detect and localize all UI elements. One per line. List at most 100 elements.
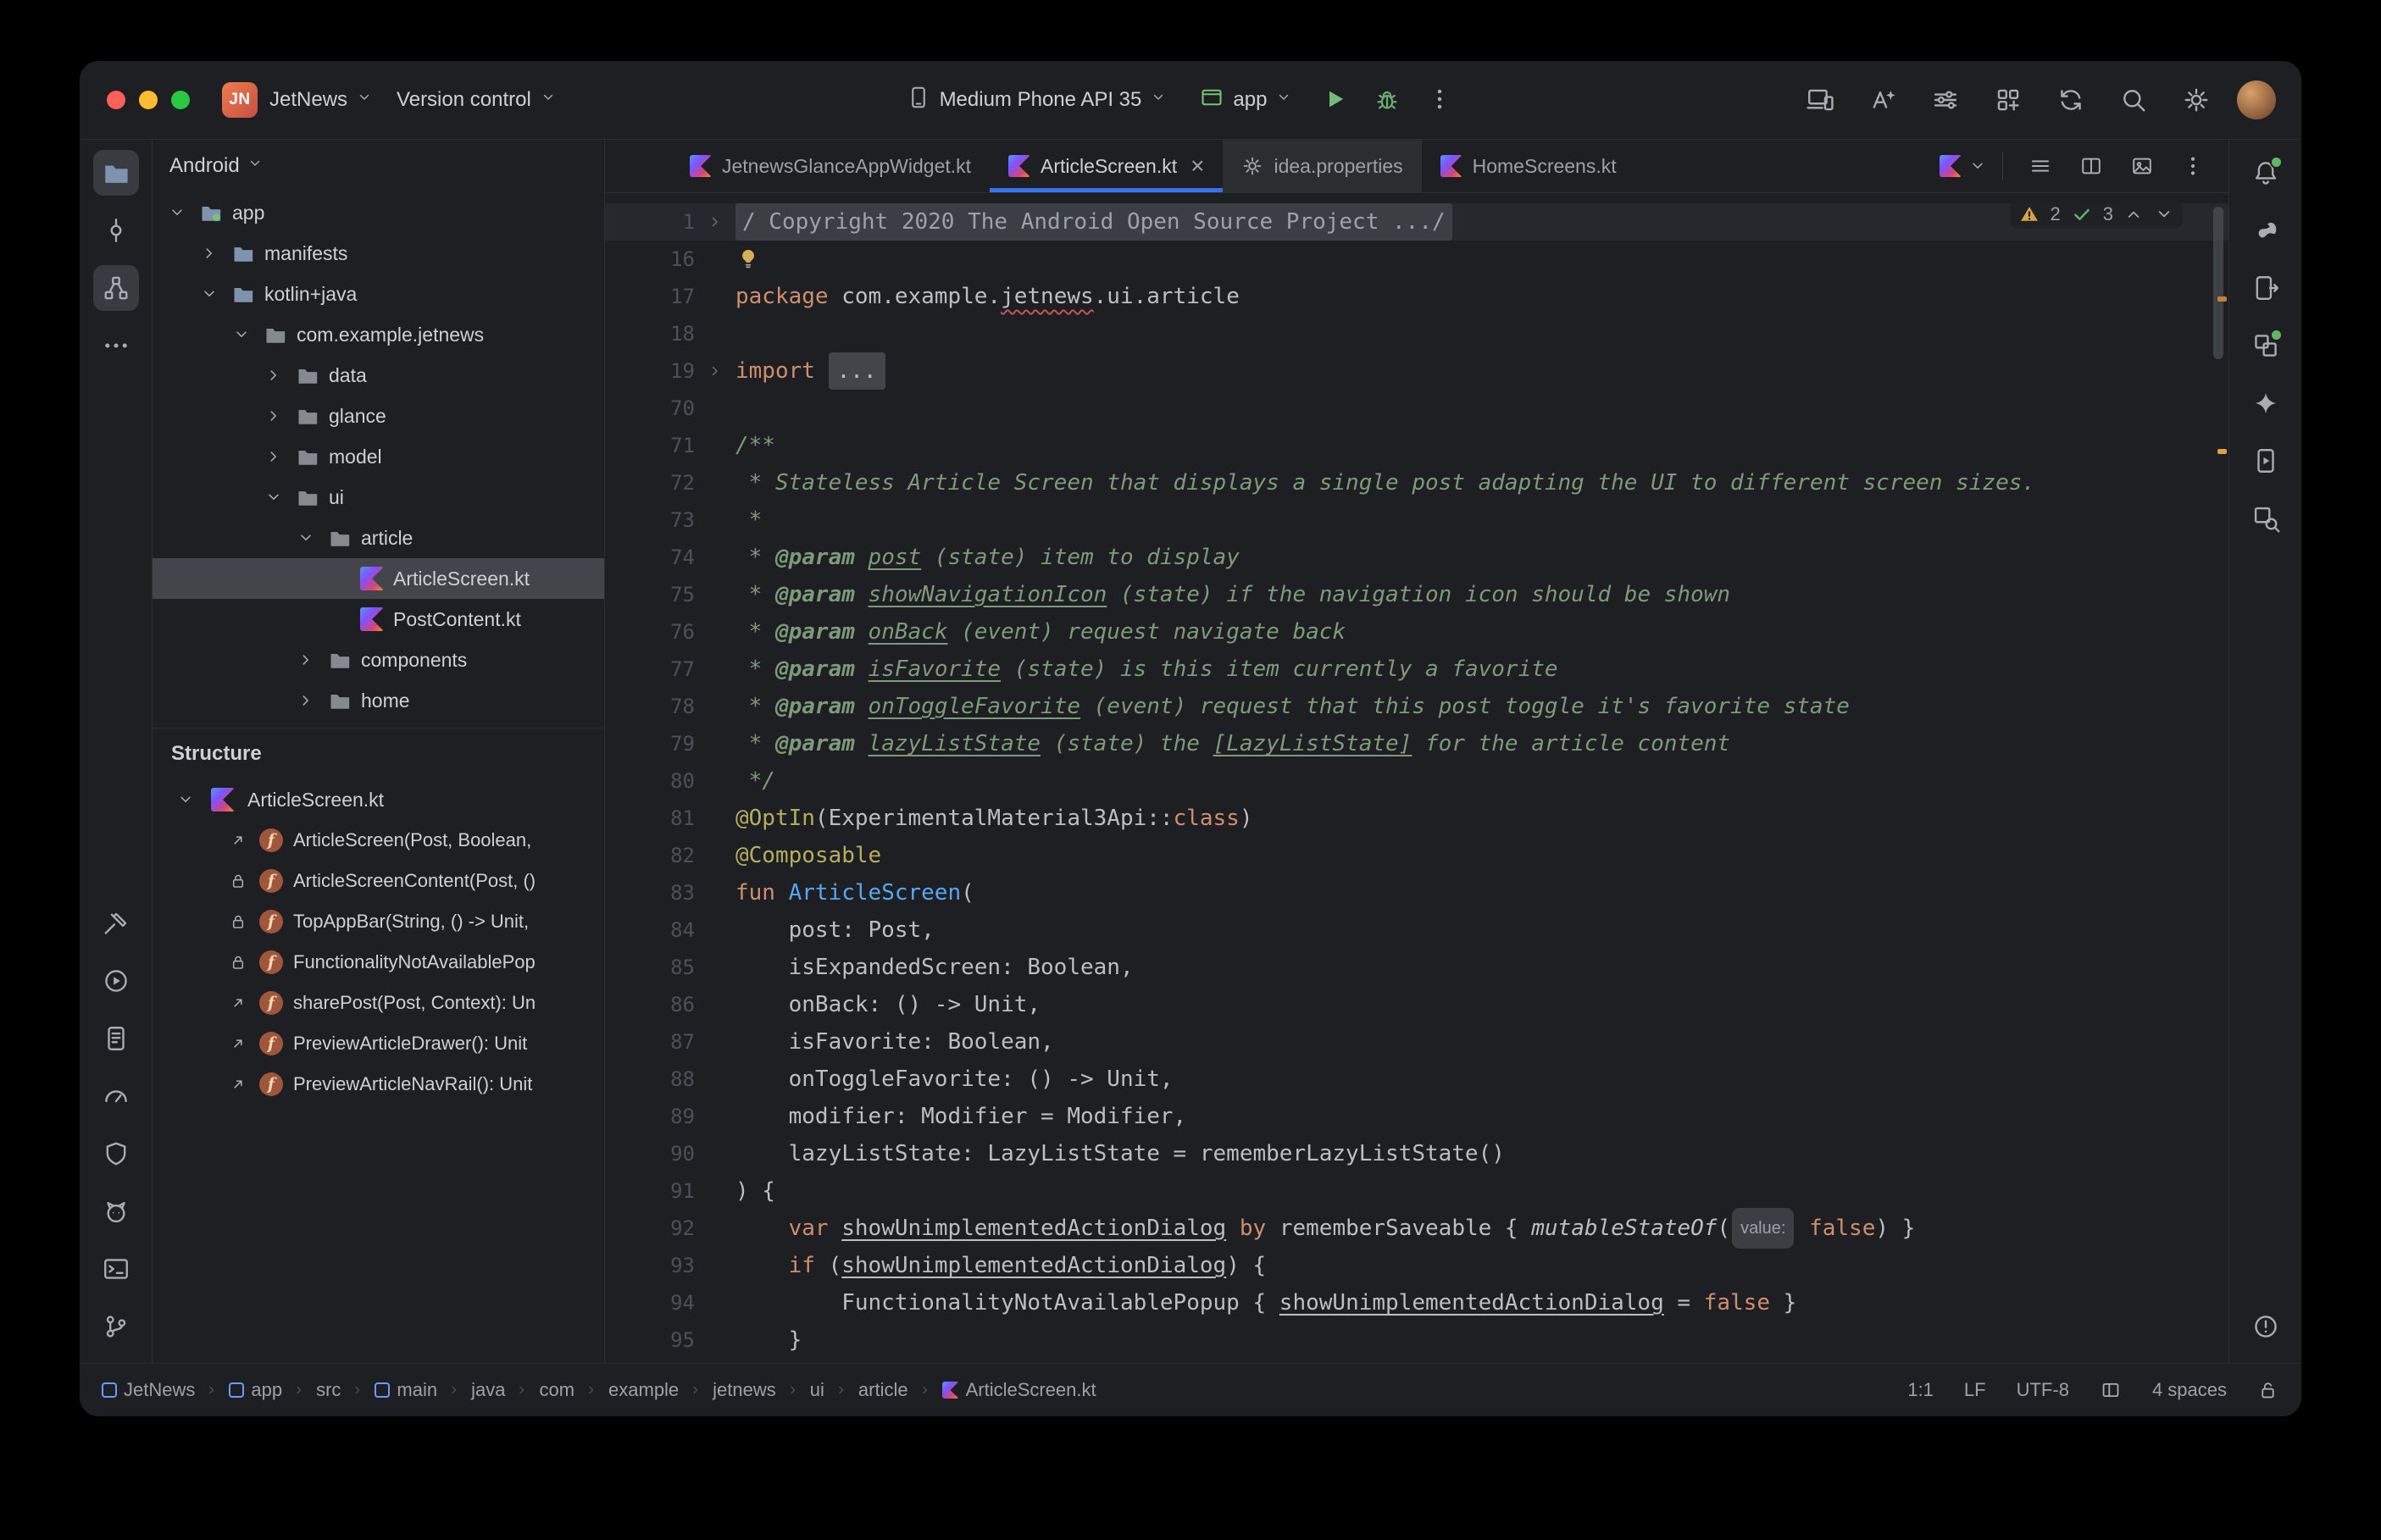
chevron-right-icon[interactable] <box>293 691 319 710</box>
code-line-89[interactable]: 89 modifier: Modifier = Modifier, <box>605 1098 2228 1135</box>
build-tool-button[interactable] <box>93 900 139 946</box>
chevron-down-icon[interactable] <box>173 790 198 809</box>
close-tab-icon[interactable]: × <box>1190 154 1204 178</box>
more-run-options-button[interactable] <box>1418 78 1462 122</box>
write-access-icon[interactable] <box>2257 1379 2279 1401</box>
device-manager-tool-button[interactable] <box>2243 265 2289 311</box>
error-stripe-mark[interactable] <box>2217 449 2227 454</box>
tree-item-manifests[interactable]: manifests <box>153 233 604 274</box>
chevron-down-icon[interactable] <box>293 529 319 547</box>
breadcrumb-java[interactable]: java <box>471 1379 505 1401</box>
structure-item-articlescreencontent-post[interactable]: fArticleScreenContent(Post, () <box>153 861 604 901</box>
project-tool-button[interactable] <box>93 150 139 196</box>
code-line-94[interactable]: 94 FunctionalityNotAvailablePopup { show… <box>605 1284 2228 1321</box>
code-line-81[interactable]: 81@OptIn(ExperimentalMaterial3Api::class… <box>605 800 2228 837</box>
split-editor-icon[interactable] <box>2069 144 2113 188</box>
version-control-tool-button[interactable] <box>93 1304 139 1349</box>
ai-assistant-icon[interactable] <box>1861 78 1905 122</box>
chevron-right-icon[interactable] <box>261 447 286 466</box>
breadcrumb-jetnews[interactable]: jetnews <box>713 1379 776 1401</box>
structure-item-previewarticledrawer-unit[interactable]: fPreviewArticleDrawer(): Unit <box>153 1023 604 1064</box>
structure-item-sharepost-post-context-un[interactable]: fsharePost(Post, Context): Un <box>153 983 604 1023</box>
code-line-70[interactable]: 70 <box>605 390 2228 427</box>
tree-item-kotlin-java[interactable]: kotlin+java <box>153 274 604 314</box>
code-line-19[interactable]: 19import ... <box>605 352 2228 390</box>
tab-list-chevron-icon[interactable] <box>1968 157 1987 175</box>
tree-item-articlescreen-kt[interactable]: ArticleScreen.kt <box>153 558 604 599</box>
current-file-type-icon[interactable] <box>1940 155 1962 177</box>
terminal-tool-button[interactable] <box>93 1246 139 1292</box>
next-problem-icon[interactable] <box>2154 204 2174 224</box>
code-line-80[interactable]: 80 */ <box>605 762 2228 800</box>
editor-layout-icon[interactable] <box>2100 1379 2122 1401</box>
gemini-tool-button[interactable] <box>2243 380 2289 426</box>
structure-root-articlescreen-kt[interactable]: ArticleScreen.kt <box>153 779 604 820</box>
code-line-79[interactable]: 79 * @param lazyListState (state) the [L… <box>605 725 2228 762</box>
device-selector[interactable]: Medium Phone API 35 <box>894 76 1179 124</box>
indent-setting[interactable]: 4 spaces <box>2152 1379 2227 1401</box>
settings-icon[interactable] <box>2174 78 2218 122</box>
tab-articlescreen-kt[interactable]: ArticleScreen.kt× <box>990 140 1223 192</box>
tab-jetnewsglanceappwidget-kt[interactable]: JetnewsGlanceAppWidget.kt <box>671 140 990 192</box>
intention-bulb-icon[interactable] <box>735 247 761 272</box>
layout-inspector-tool-button[interactable] <box>2243 496 2289 541</box>
debug-button[interactable] <box>1365 78 1409 122</box>
structure-item-previewarticlenavrail-unit[interactable]: fPreviewArticleNavRail(): Unit <box>153 1064 604 1105</box>
project-menu[interactable]: JetNews <box>258 76 385 124</box>
fold-arrow-icon[interactable] <box>695 352 735 390</box>
search-everywhere-icon[interactable] <box>2112 78 2156 122</box>
zoom-window-button[interactable] <box>171 91 190 109</box>
chevron-down-icon[interactable] <box>164 203 190 222</box>
breadcrumb-app[interactable]: app <box>229 1379 282 1401</box>
code-line-77[interactable]: 77 * @param isFavorite (state) is this i… <box>605 651 2228 688</box>
inspections-widget[interactable]: 2 3 <box>2010 200 2184 229</box>
chevron-down-icon[interactable] <box>229 325 254 344</box>
tab-homescreens-kt[interactable]: HomeScreens.kt <box>1422 140 1635 192</box>
code-line-75[interactable]: 75 * @param showNavigationIcon (state) i… <box>605 576 2228 613</box>
tree-item-data[interactable]: data <box>153 355 604 396</box>
chevron-down-icon[interactable] <box>261 488 286 507</box>
code-line-83[interactable]: 83fun ArticleScreen( <box>605 874 2228 911</box>
close-window-button[interactable] <box>107 91 125 109</box>
breadcrumb-src[interactable]: src <box>316 1379 341 1401</box>
tree-item-glance[interactable]: glance <box>153 396 604 436</box>
code-line-18[interactable]: 18 <box>605 315 2228 352</box>
chevron-right-icon[interactable] <box>261 366 286 385</box>
breadcrumb-jetnews[interactable]: JetNews <box>102 1379 195 1401</box>
breadcrumb-example[interactable]: example <box>608 1379 679 1401</box>
code-line-72[interactable]: 72 * Stateless Article Screen that displ… <box>605 464 2228 501</box>
tab-idea-properties[interactable]: idea.properties <box>1223 140 1421 192</box>
code-line-92[interactable]: 92 var showUnimplementedActionDialog by … <box>605 1210 2228 1247</box>
structure-item-functionalitynotavailablepop[interactable]: fFunctionalityNotAvailablePop <box>153 942 604 983</box>
code-line-95[interactable]: 95 } <box>605 1321 2228 1359</box>
extensions-icon[interactable] <box>1986 78 2030 122</box>
settings-sliders-icon[interactable] <box>1923 78 1968 122</box>
logcat-tool-button[interactable] <box>93 1188 139 1234</box>
structure-tool-button[interactable] <box>93 265 139 311</box>
code-line-78[interactable]: 78 * @param onToggleFavorite (event) req… <box>605 688 2228 725</box>
project-logo[interactable]: JN <box>222 82 258 118</box>
code-line-1[interactable]: 1/ Copyright 2020 The Android Open Sourc… <box>605 203 2228 241</box>
code-line-90[interactable]: 90 lazyListState: LazyListState = rememb… <box>605 1135 2228 1172</box>
screenshot-icon[interactable] <box>2120 144 2164 188</box>
avatar[interactable] <box>2237 80 2276 119</box>
code-line-71[interactable]: 71/** <box>605 427 2228 464</box>
device-mirroring-icon[interactable] <box>1798 78 1842 122</box>
app-quality-insights-tool-button[interactable] <box>93 1131 139 1177</box>
code-line-82[interactable]: 82@Composable <box>605 837 2228 874</box>
resource-manager-tool-button[interactable] <box>2243 323 2289 368</box>
code-line-16[interactable]: 16 <box>605 241 2228 278</box>
code-line-73[interactable]: 73 * <box>605 501 2228 539</box>
vcs-menu[interactable]: Version control <box>385 76 569 124</box>
code-line-74[interactable]: 74 * @param post (state) item to display <box>605 539 2228 576</box>
breadcrumb-main[interactable]: main <box>375 1379 437 1401</box>
code-line-93[interactable]: 93 if (showUnimplementedActionDialog) { <box>605 1247 2228 1284</box>
previous-problem-icon[interactable] <box>2123 204 2144 224</box>
breadcrumb-articlescreen-kt[interactable]: ArticleScreen.kt <box>942 1379 1096 1401</box>
chevron-down-icon[interactable] <box>197 285 222 303</box>
tree-item-com-example-jetnews[interactable]: com.example.jetnews <box>153 314 604 355</box>
error-stripe-mark[interactable] <box>2217 296 2227 302</box>
breadcrumb-article[interactable]: article <box>858 1379 908 1401</box>
commit-tool-button[interactable] <box>93 208 139 253</box>
code-line-17[interactable]: 17package com.example.jetnews.ui.article <box>605 278 2228 315</box>
